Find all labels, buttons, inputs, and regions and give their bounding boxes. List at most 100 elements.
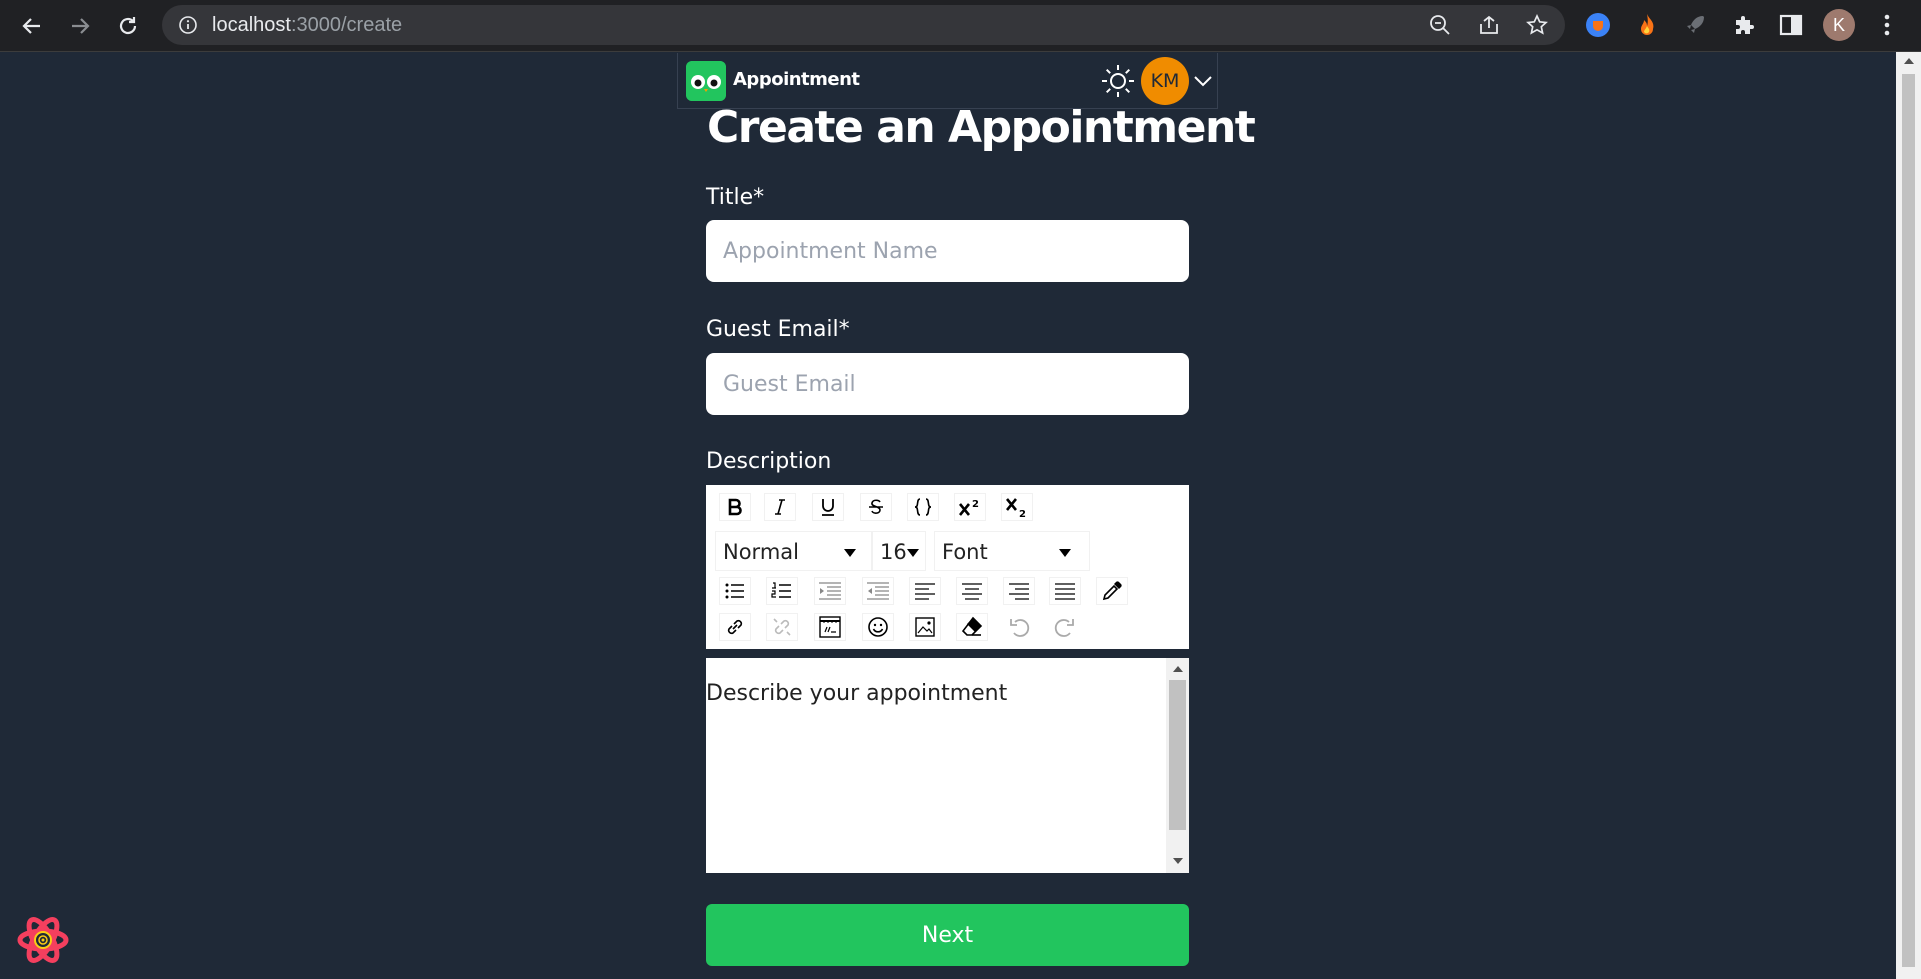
- embed-button[interactable]: [814, 613, 846, 641]
- chevron-down-icon[interactable]: [1192, 71, 1214, 91]
- outdent-icon: [867, 582, 889, 600]
- title-label: Title*: [706, 185, 765, 210]
- embed-code-icon: [819, 616, 841, 638]
- bold-button[interactable]: [719, 493, 751, 521]
- profile-avatar[interactable]: K: [1823, 9, 1855, 41]
- caret-down-icon: [907, 549, 919, 557]
- color-picker-button[interactable]: [1096, 577, 1128, 605]
- scroll-up-arrow-icon[interactable]: [1173, 666, 1183, 672]
- extension-flame-icon[interactable]: [1634, 12, 1660, 38]
- italic-button[interactable]: [764, 493, 796, 521]
- superscript-icon: 2: [958, 499, 979, 516]
- next-button[interactable]: Next: [706, 904, 1189, 966]
- block-type-value: Normal: [723, 540, 799, 564]
- svg-text:2: 2: [972, 499, 979, 510]
- font-family-value: Font: [942, 540, 988, 564]
- app-header: Appointment KM: [677, 53, 1218, 109]
- owl-logo-icon[interactable]: [686, 61, 726, 101]
- unlink-icon: [773, 618, 791, 636]
- page-scrollbar-thumb[interactable]: [1902, 74, 1915, 967]
- block-type-select[interactable]: Normal: [715, 531, 872, 571]
- page-title: Create an Appointment: [707, 102, 1256, 153]
- editor-placeholder: Describe your appointment: [706, 681, 1008, 706]
- description-label: Description: [706, 449, 832, 474]
- reload-button[interactable]: [112, 10, 144, 42]
- image-button[interactable]: [909, 613, 941, 641]
- unordered-list-button[interactable]: [719, 577, 751, 605]
- link-button[interactable]: [719, 613, 751, 641]
- back-arrow-icon: [22, 18, 40, 34]
- bullet-list-icon: [725, 583, 744, 599]
- align-right-icon: [1009, 583, 1029, 600]
- clear-format-button[interactable]: [956, 613, 988, 641]
- ordered-list-button[interactable]: [766, 577, 798, 605]
- guest-email-input[interactable]: [706, 353, 1189, 415]
- image-icon: [915, 617, 935, 637]
- underline-icon: [822, 499, 834, 516]
- align-right-button[interactable]: [1003, 577, 1035, 605]
- eraser-icon: [961, 616, 983, 636]
- page-scrollbar[interactable]: [1896, 52, 1921, 979]
- font-family-select[interactable]: Font: [934, 531, 1090, 571]
- theme-toggle-sun-icon[interactable]: [1100, 63, 1136, 99]
- emoji-button[interactable]: [862, 613, 894, 641]
- redo-button[interactable]: [1049, 613, 1081, 641]
- align-left-icon: [915, 583, 935, 600]
- forward-button[interactable]: [64, 10, 96, 42]
- align-justify-button[interactable]: [1049, 577, 1081, 605]
- address-bar[interactable]: localhost:3000/create: [162, 5, 1565, 45]
- strikethrough-icon: [869, 499, 883, 514]
- title-input[interactable]: [706, 220, 1189, 282]
- react-devtools-icon[interactable]: [16, 914, 70, 966]
- svg-text:2: 2: [1019, 509, 1026, 518]
- link-icon: [727, 619, 743, 635]
- outdent-button[interactable]: [862, 577, 894, 605]
- italic-icon: [775, 499, 785, 515]
- forward-arrow-icon: [72, 18, 90, 34]
- caret-down-icon: [844, 549, 856, 557]
- url-text: localhost:3000/create: [212, 14, 403, 36]
- align-center-icon: [962, 583, 982, 600]
- font-size-select[interactable]: 16: [872, 531, 926, 571]
- share-icon[interactable]: [1478, 14, 1500, 36]
- editor-scrollbar-thumb[interactable]: [1169, 680, 1186, 830]
- subscript-icon: 2: [1005, 498, 1026, 518]
- bookmark-star-icon[interactable]: [1526, 14, 1548, 36]
- brand-name[interactable]: Appointment: [733, 69, 860, 90]
- align-left-button[interactable]: [909, 577, 941, 605]
- caret-down-icon: [1059, 549, 1071, 557]
- indent-icon: [819, 582, 841, 600]
- extension-rocket-icon[interactable]: [1683, 12, 1709, 38]
- browser-toolbar: localhost:3000/create K: [0, 0, 1921, 52]
- extension-shield-icon[interactable]: [1585, 12, 1611, 38]
- scroll-up-arrow-icon[interactable]: [1904, 58, 1914, 64]
- scroll-down-arrow-icon[interactable]: [1173, 858, 1183, 864]
- subscript-button[interactable]: 2: [1001, 493, 1033, 521]
- bold-icon: [728, 498, 742, 516]
- side-panel-icon[interactable]: [1778, 12, 1804, 38]
- editor-toolbar: 2 2 Normal 16 Font: [706, 485, 1189, 649]
- superscript-button[interactable]: 2: [954, 493, 986, 521]
- editor-scrollbar[interactable]: [1166, 658, 1189, 873]
- unlink-button[interactable]: [766, 613, 798, 641]
- eyedropper-icon: [1102, 581, 1122, 601]
- indent-button[interactable]: [814, 577, 846, 605]
- user-avatar[interactable]: KM: [1141, 57, 1189, 105]
- description-editor[interactable]: Describe your appointment: [706, 658, 1189, 873]
- more-menu-icon[interactable]: [1875, 10, 1899, 40]
- strikethrough-button[interactable]: [860, 493, 892, 521]
- code-button[interactable]: [907, 493, 939, 521]
- reload-icon: [119, 17, 137, 35]
- align-center-button[interactable]: [956, 577, 988, 605]
- info-icon[interactable]: [178, 15, 198, 35]
- undo-button[interactable]: [1003, 613, 1035, 641]
- guest-email-label: Guest Email*: [706, 317, 850, 342]
- undo-icon: [1010, 619, 1030, 637]
- align-justify-icon: [1055, 583, 1075, 600]
- zoom-icon[interactable]: [1429, 14, 1451, 36]
- redo-icon: [1054, 619, 1074, 637]
- emoji-smile-icon: [868, 617, 888, 637]
- underline-button[interactable]: [812, 493, 844, 521]
- back-button[interactable]: [16, 10, 48, 42]
- extensions-puzzle-icon[interactable]: [1731, 12, 1757, 38]
